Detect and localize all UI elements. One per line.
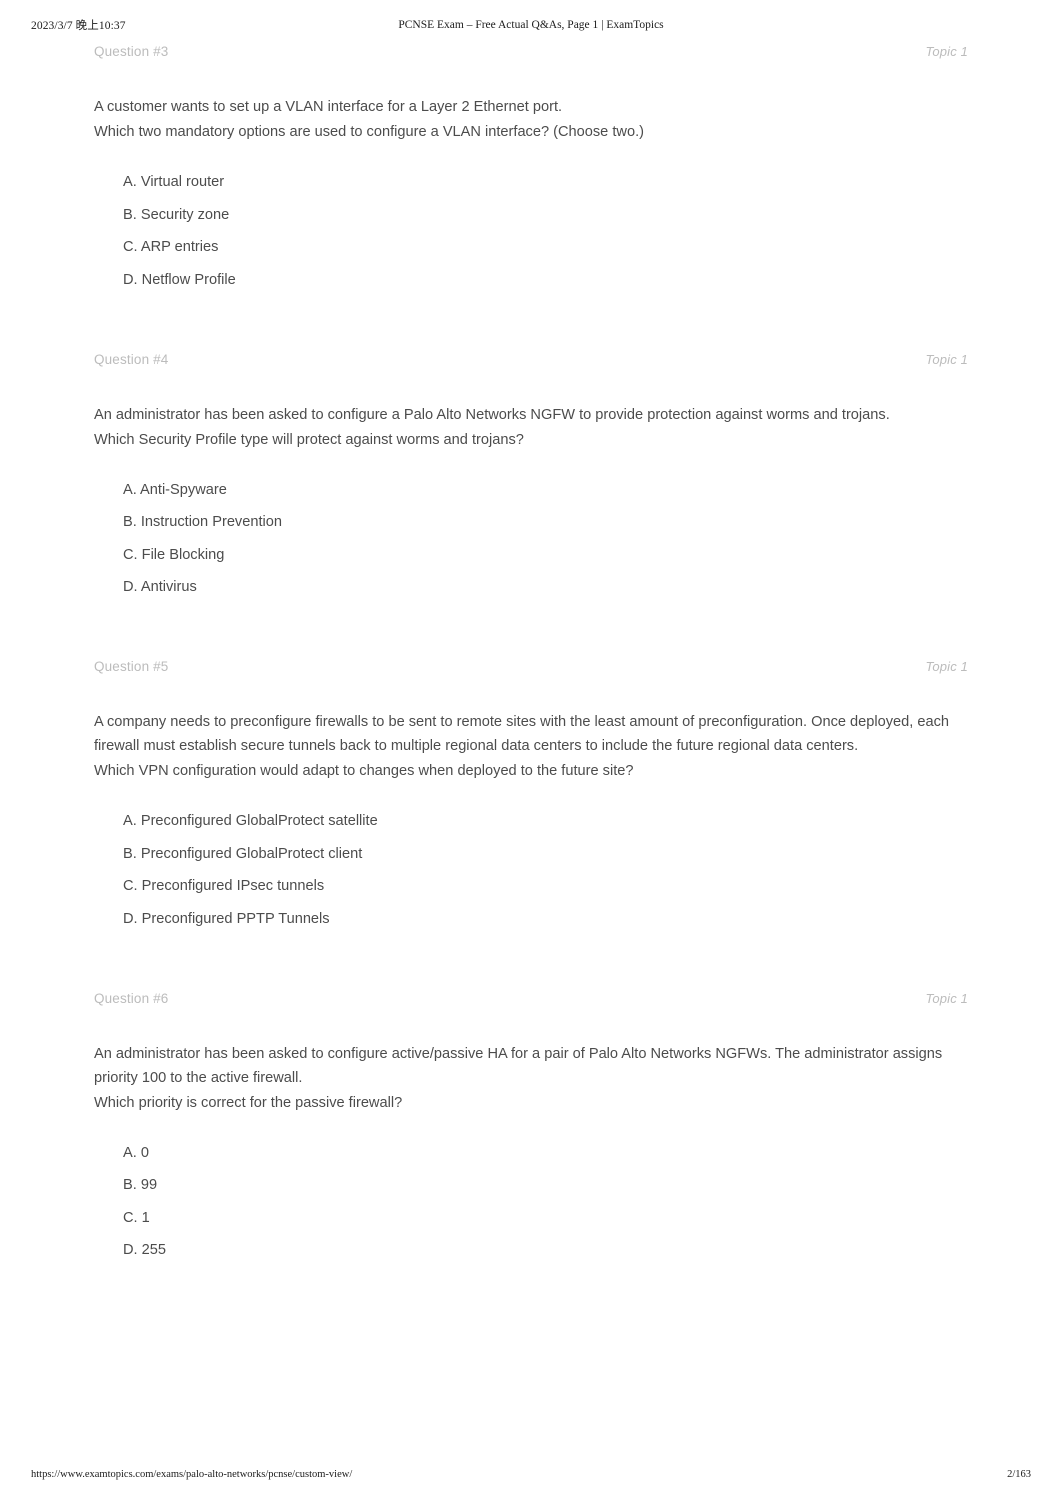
answer-choices: A. Virtual router B. Security zone C. AR… [94,172,968,290]
question-stem-line: An administrator has been asked to confi… [94,1045,943,1086]
question-stem-line: An administrator has been asked to confi… [94,406,890,423]
print-header: 2023/3/7 晚上10:37 PCNSE Exam – Free Actua… [0,16,1062,34]
question-stem-line: A company needs to preconfigure firewall… [94,714,950,754]
answer-choices: A. Anti-Spyware B. Instruction Preventio… [94,480,968,598]
question-number: Question #6 [94,990,169,1006]
question-stem: An administrator has been asked to confi… [94,403,968,452]
question-block: Question #6 Topic 1 An administrator has… [94,991,968,1261]
answer-choice[interactable]: B. Instruction Prevention [123,512,968,532]
question-stem: A company needs to preconfigure firewall… [94,710,968,783]
question-block: Question #4 Topic 1 An administrator has… [94,352,968,598]
answer-choice[interactable]: A. Preconfigured GlobalProtect satellite [123,811,968,831]
answer-choice[interactable]: D. Preconfigured PPTP Tunnels [123,909,968,929]
answer-choice[interactable]: B. Preconfigured GlobalProtect client [123,844,968,864]
print-footer-url: https://www.examtopics.com/exams/palo-al… [31,1469,353,1480]
answer-choices: A. 0 B. 99 C. 1 D. 255 [94,1143,968,1261]
answer-choice[interactable]: A. 0 [123,1143,968,1163]
question-topic: Topic 1 [925,990,968,1006]
question-stem: A customer wants to set up a VLAN interf… [94,95,968,144]
question-block: Question #3 Topic 1 A customer wants to … [94,44,968,290]
answer-choice[interactable]: A. Anti-Spyware [123,480,968,500]
print-footer-page-number: 2/163 [1007,1469,1031,1480]
question-number: Question #3 [94,44,169,59]
question-stem-line: Which VPN configuration would adapt to c… [94,763,634,779]
question-topic: Topic 1 [925,351,968,367]
answer-choice[interactable]: B. Security zone [123,205,968,225]
answer-choice[interactable]: C. Preconfigured IPsec tunnels [123,876,968,896]
answer-choice[interactable]: C. File Blocking [123,545,968,565]
print-footer: https://www.examtopics.com/exams/palo-al… [0,1469,1062,1485]
question-meta: Question #5 Topic 1 [94,659,968,674]
answer-choice[interactable]: D. Netflow Profile [123,270,968,290]
question-stem-line: A customer wants to set up a VLAN interf… [94,99,563,115]
answer-choice[interactable]: C. ARP entries [123,237,968,257]
question-topic: Topic 1 [925,44,968,59]
question-stem-line: Which two mandatory options are used to … [94,124,644,140]
questions-list: Question #3 Topic 1 A customer wants to … [94,44,968,1260]
question-topic: Topic 1 [925,659,968,674]
answer-choice[interactable]: B. 99 [123,1175,968,1195]
question-meta: Question #4 Topic 1 [94,352,968,367]
question-number: Question #5 [94,659,169,674]
question-meta: Question #6 Topic 1 [94,991,968,1006]
page-body: Question #3 Topic 1 A customer wants to … [0,44,1062,1276]
question-stem-line: Which priority is correct for the passiv… [94,1094,403,1111]
question-number: Question #4 [94,351,169,367]
question-stem-line: Which Security Profile type will protect… [94,431,524,448]
answer-choices: A. Preconfigured GlobalProtect satellite… [94,811,968,929]
answer-choice[interactable]: A. Virtual router [123,172,968,192]
question-stem: An administrator has been asked to confi… [94,1042,968,1115]
answer-choice[interactable]: D. Antivirus [123,577,968,597]
print-header-title: PCNSE Exam – Free Actual Q&As, Page 1 | … [398,19,664,31]
answer-choice[interactable]: D. 255 [123,1240,968,1260]
question-meta: Question #3 Topic 1 [94,44,968,59]
question-block: Question #5 Topic 1 A company needs to p… [94,659,968,929]
answer-choice[interactable]: C. 1 [123,1208,968,1228]
